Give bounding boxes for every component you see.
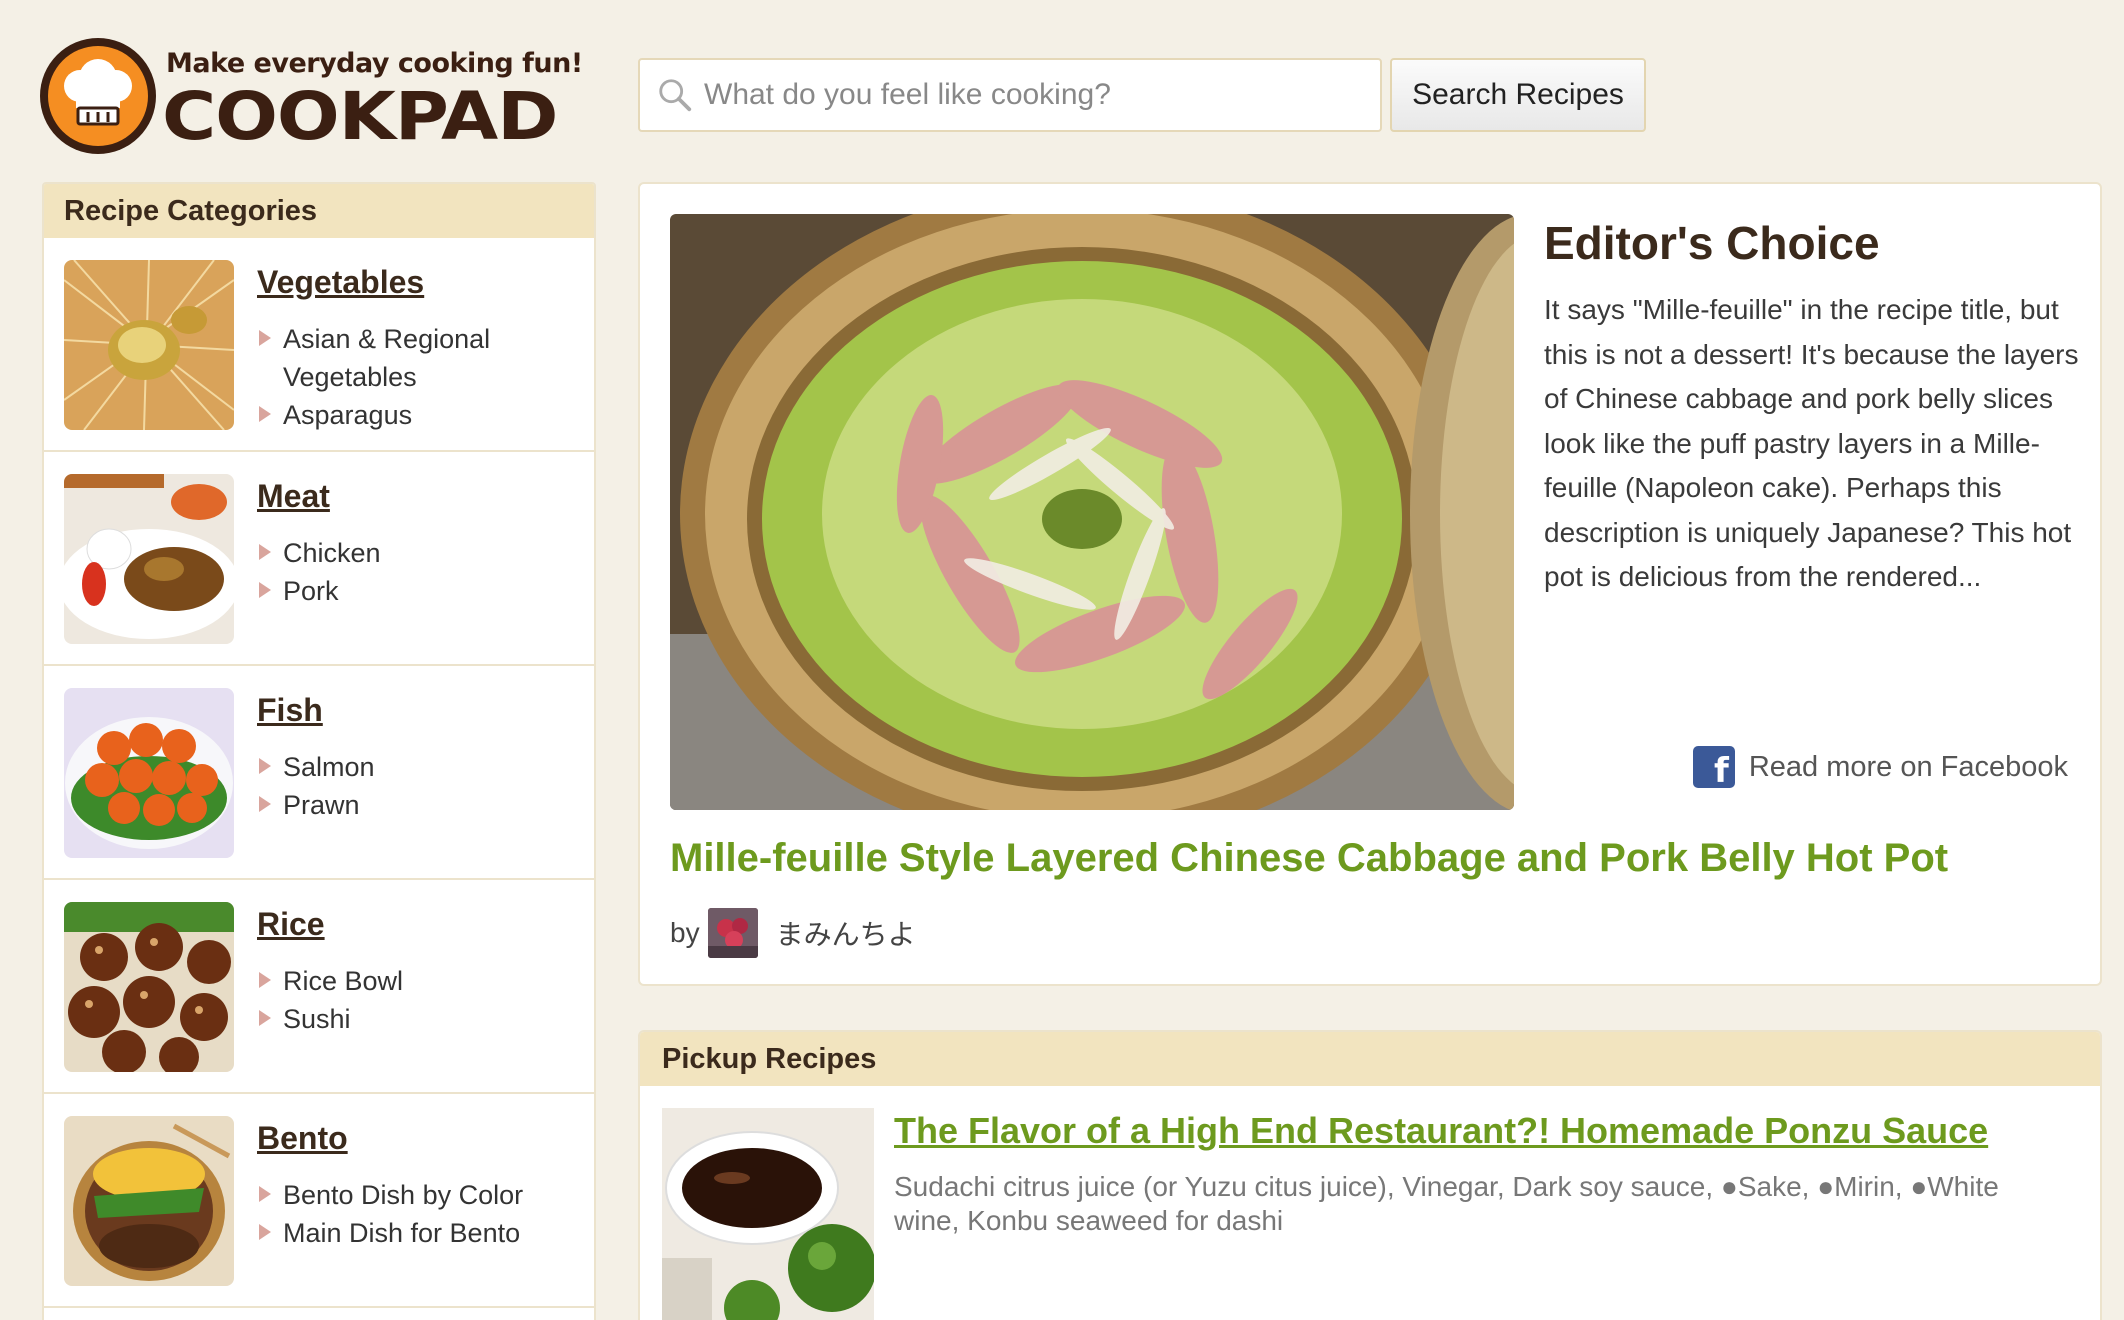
editors-choice-photo[interactable] — [670, 214, 1514, 810]
recipe-categories-heading: Recipe Categories — [44, 184, 594, 238]
facebook-link-label: Read more on Facebook — [1748, 750, 2068, 783]
fish-thumbnail[interactable] — [64, 688, 234, 858]
category-meat: Meat Chicken Pork — [44, 452, 594, 666]
category-title-fish[interactable]: Fish — [257, 692, 323, 729]
category-link[interactable]: Sushi — [257, 1000, 577, 1038]
author-row: by まみんちよ — [670, 908, 916, 958]
pickup-recipes-heading: Pickup Recipes — [640, 1032, 2100, 1086]
search-icon — [659, 79, 692, 112]
vegetables-thumbnail[interactable] — [64, 260, 234, 430]
read-more-facebook-link[interactable]: f Read more on Facebook — [1692, 746, 2068, 788]
category-title-vegetables[interactable]: Vegetables — [257, 264, 424, 301]
cookpad-logo[interactable]: Make everyday cooking fun! COOKPAD — [40, 38, 600, 158]
category-link[interactable]: Bento Dish by Color — [257, 1176, 577, 1214]
tagline: Make everyday cooking fun! — [166, 48, 583, 79]
arrow-right-icon — [259, 796, 271, 812]
pickup-recipe-ingredients: Sudachi citrus juice (or Yuzu citus juic… — [894, 1171, 1999, 1236]
arrow-right-icon — [259, 330, 271, 346]
ponzu-sauce-thumbnail[interactable] — [662, 1108, 874, 1320]
category-link[interactable]: Prawn — [257, 786, 577, 824]
category-rice: Rice Rice Bowl Sushi — [44, 880, 594, 1094]
arrow-right-icon — [259, 544, 271, 560]
search-box — [638, 58, 1382, 132]
rice-thumbnail[interactable] — [64, 902, 234, 1072]
category-title-rice[interactable]: Rice — [257, 906, 325, 943]
pickup-recipes-card: Pickup Recipes The Flavor of a High End … — [638, 1030, 2102, 1320]
category-link[interactable]: Pork — [257, 572, 577, 610]
category-title-bento[interactable]: Bento — [257, 1120, 348, 1157]
category-link[interactable]: Rice Bowl — [257, 962, 577, 1000]
category-link[interactable]: Asparagus — [257, 396, 577, 434]
featured-recipe-title-link[interactable]: Mille-feuille Style Layered Chinese Cabb… — [670, 836, 1948, 881]
bento-thumbnail[interactable] — [64, 1116, 234, 1286]
category-link[interactable]: Asian & Regional Vegetables — [257, 320, 577, 396]
arrow-right-icon — [259, 406, 271, 422]
category-title-meat[interactable]: Meat — [257, 478, 330, 515]
category-link[interactable]: Salmon — [257, 748, 577, 786]
editors-choice-heading: Editor's Choice — [1544, 217, 1880, 269]
editors-choice-description: It says "Mille-feuille" in the recipe ti… — [1544, 294, 2079, 592]
search-input[interactable] — [704, 78, 1380, 112]
facebook-icon: f — [1692, 746, 1735, 788]
category-link[interactable]: Main Dish for Bento — [257, 1214, 577, 1252]
author-name-link[interactable]: まみんちよ — [776, 913, 916, 953]
arrow-right-icon — [259, 1010, 271, 1026]
pickup-recipe-title-link[interactable]: The Flavor of a High End Restaurant?! Ho… — [894, 1110, 1988, 1152]
category-fish: Fish Salmon Prawn — [44, 666, 594, 880]
arrow-right-icon — [259, 582, 271, 598]
arrow-right-icon — [259, 1224, 271, 1240]
arrow-right-icon — [259, 758, 271, 774]
chef-hat-logo-icon — [40, 38, 156, 154]
author-avatar[interactable] — [707, 908, 758, 958]
arrow-right-icon — [259, 972, 271, 988]
category-link[interactable]: Chicken — [257, 534, 577, 572]
meat-thumbnail[interactable] — [64, 474, 234, 644]
category-vegetables: Vegetables Asian & Regional Vegetables A… — [44, 238, 594, 452]
brand-wordmark: COOKPAD — [162, 78, 558, 155]
by-label: by — [670, 917, 700, 948]
category-bento: Bento Bento Dish by Color Main Dish for … — [44, 1094, 594, 1308]
recipe-categories-panel: Recipe Categories Vegetables Asian & Reg… — [42, 182, 596, 1320]
search-recipes-button[interactable]: Search Recipes — [1390, 58, 1646, 132]
editors-choice-card: Editor's Choice It says "Mille-feuille" … — [638, 182, 2102, 986]
arrow-right-icon — [259, 1186, 271, 1202]
